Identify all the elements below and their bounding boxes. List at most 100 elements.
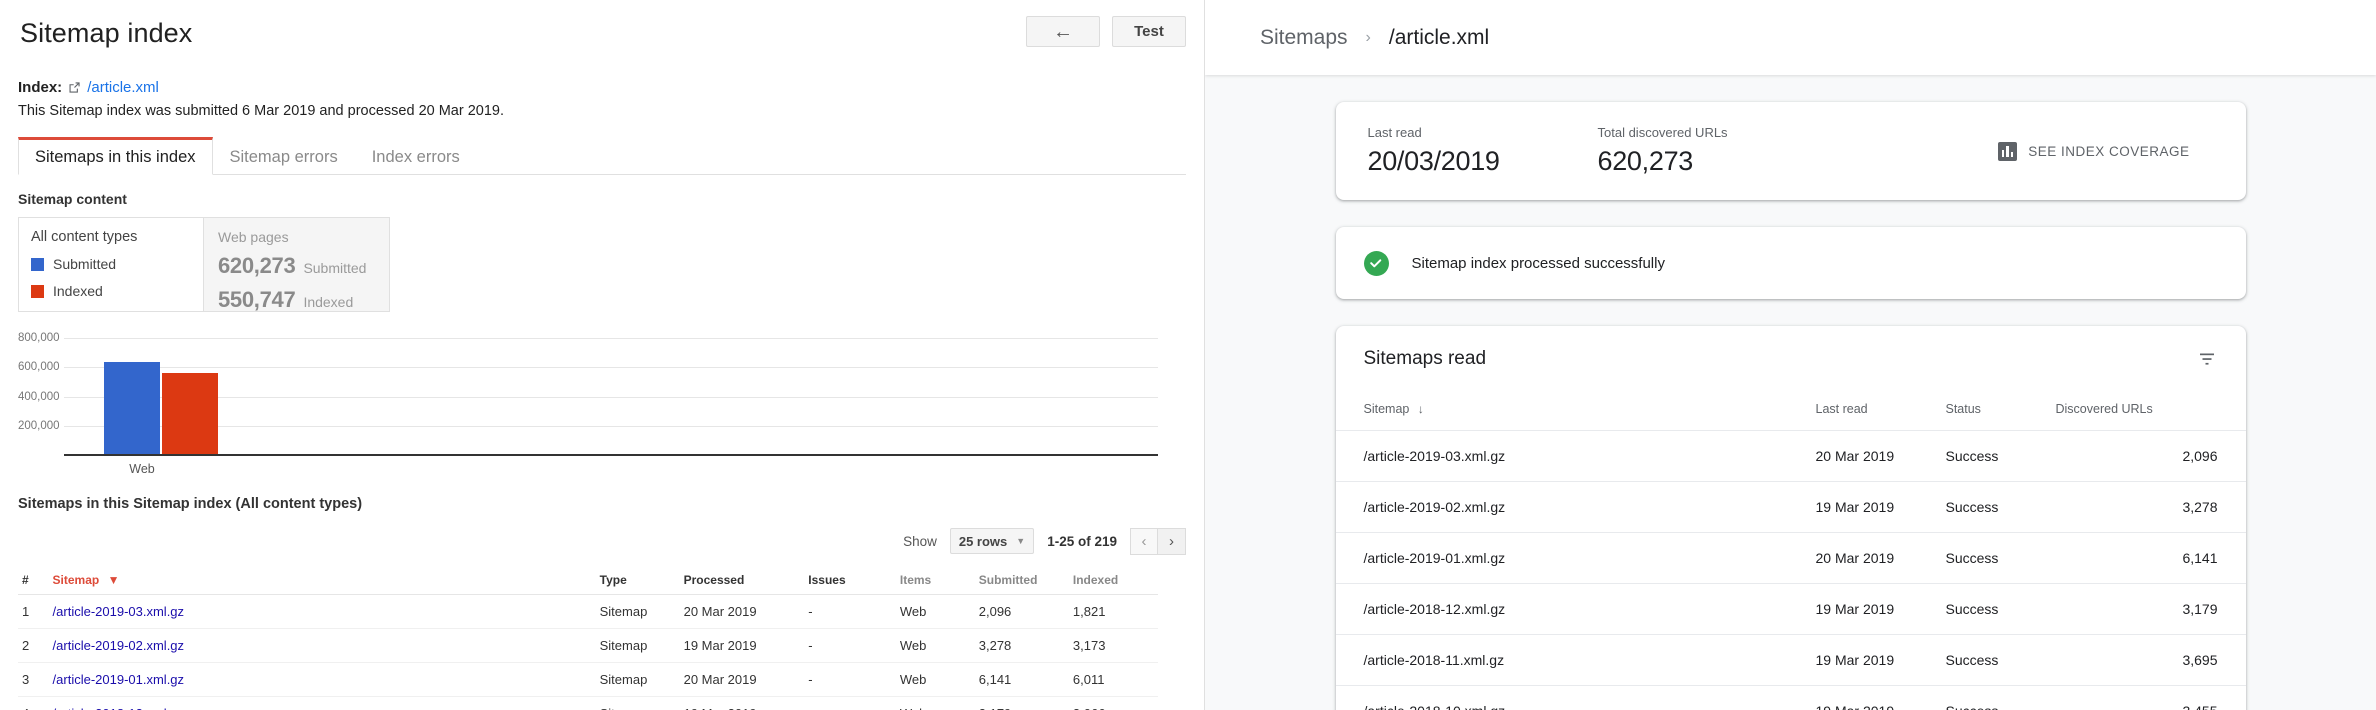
sitemap-link[interactable]: /article-2019-01.xml.gz [53, 672, 185, 687]
cell-discovered: 6,141 [2055, 532, 2246, 584]
header-status[interactable]: Status [1945, 392, 2056, 431]
cell-issues: - [804, 696, 896, 710]
cell-discovered: 3,278 [2055, 481, 2246, 533]
sitemap-content-box: All content types Submitted Indexed Web … [18, 217, 390, 312]
status-card: Sitemap index processed successfully [1335, 227, 2246, 299]
table-row[interactable]: 4 /article-2018-12.xml.gz Sitemap 19 Mar… [18, 696, 1158, 710]
header-processed[interactable]: Processed [679, 566, 805, 595]
table-row[interactable]: 2 /article-2019-02.xml.gz Sitemap 19 Mar… [18, 628, 1158, 663]
cell-issues: - [804, 594, 896, 629]
sitemaps-read-table: Sitemap ↓ Last read Status Discovered UR… [1335, 392, 2246, 710]
cell-number: 2 [18, 628, 49, 663]
cell-status: Success [1945, 634, 2056, 686]
web-pages-label: Web pages [218, 229, 289, 245]
back-button[interactable]: ← [1026, 16, 1100, 47]
filter-icon[interactable] [2196, 348, 2218, 370]
table-row[interactable]: /article-2018-10.xml.gz 19 Mar 2019 Succ… [1335, 685, 2246, 710]
stat-submitted: 620,273 Submitted [218, 253, 375, 279]
table-row[interactable]: /article-2019-02.xml.gz 19 Mar 2019 Succ… [1335, 481, 2246, 533]
index-line: Index: /article.xml [18, 79, 1186, 96]
next-page-button[interactable]: › [1158, 527, 1186, 555]
table-row[interactable]: /article-2018-12.xml.gz 19 Mar 2019 Succ… [1335, 583, 2246, 635]
cell-issues: - [804, 628, 896, 663]
index-description: This Sitemap index was submitted 6 Mar 2… [18, 103, 505, 119]
table-header-row: Sitemap ↓ Last read Status Discovered UR… [1335, 392, 2246, 431]
table-header-row: # Sitemap ▼ Type Processed Issues Items … [18, 566, 1158, 595]
header-submitted[interactable]: Submitted [974, 566, 1069, 595]
cell-sitemap: /article-2018-12.xml.gz [48, 696, 596, 710]
cell-indexed: 3,066 [1068, 696, 1158, 710]
test-button[interactable]: Test [1112, 16, 1186, 47]
header-sitemap[interactable]: Sitemap ↓ [1335, 392, 1816, 431]
legacy-topbar: Sitemap index ← Test [18, 0, 1186, 49]
cell-sitemap: /article-2019-02.xml.gz [1335, 481, 1816, 533]
cell-number: 4 [18, 696, 49, 710]
tab-index-errors[interactable]: Index errors [355, 138, 477, 175]
table-toolbar: Show 25 rows ▼ 1-25 of 219 ‹ › [18, 526, 1186, 556]
chevron-right-icon: › [1169, 532, 1174, 550]
header-sitemap-label: Sitemap [52, 573, 100, 587]
cell-status: Success [1945, 481, 2056, 533]
sitemaps-table-head: # Sitemap ▼ Type Processed Issues Items … [18, 566, 1158, 595]
chart-y-tick: 600,000 [18, 361, 60, 374]
sitemap-link[interactable]: /article-2019-02.xml.gz [53, 638, 185, 653]
header-discovered-urls[interactable]: Discovered URLs [2055, 392, 2246, 431]
cell-sitemap: /article-2018-11.xml.gz [1335, 634, 1816, 686]
topbar-actions: ← Test [1026, 14, 1186, 47]
right-body: Last read 20/03/2019 Total discovered UR… [1205, 75, 2376, 710]
see-index-coverage-button[interactable]: SEE INDEX COVERAGE [1998, 141, 2213, 161]
last-read-value: 20/03/2019 [1367, 146, 1500, 176]
chart-bar-submitted[interactable] [104, 362, 160, 454]
cell-status: Success [1945, 685, 2056, 710]
tab-sitemap-errors[interactable]: Sitemap errors [213, 138, 355, 175]
header-sitemap[interactable]: Sitemap ▼ [48, 566, 596, 595]
prev-page-button[interactable]: ‹ [1130, 527, 1158, 555]
cell-submitted: 6,141 [974, 662, 1069, 697]
see-index-coverage-label: SEE INDEX COVERAGE [2028, 143, 2190, 159]
header-indexed[interactable]: Indexed [1068, 566, 1158, 595]
rows-per-page-select[interactable]: 25 rows ▼ [949, 528, 1035, 554]
tab-bar: Sitemaps in this index Sitemap errors In… [18, 137, 1186, 175]
table-row[interactable]: 3 /article-2019-01.xml.gz Sitemap 20 Mar… [18, 662, 1158, 697]
external-link-icon [68, 81, 81, 94]
cell-last-read: 19 Mar 2019 [1815, 481, 1946, 533]
cell-indexed: 3,173 [1068, 628, 1158, 663]
breadcrumb-sitemaps[interactable]: Sitemaps [1260, 26, 1348, 50]
chart-bar-indexed[interactable] [162, 372, 218, 454]
header-items[interactable]: Items [895, 566, 975, 595]
web-pages-stats-panel: Web pages 620,273 Submitted 550,747 Inde… [204, 218, 389, 312]
sitemap-link[interactable]: /article-2018-12.xml.gz [53, 706, 185, 710]
legend-label-submitted: Submitted [53, 256, 117, 272]
table-row[interactable]: /article-2018-11.xml.gz 19 Mar 2019 Succ… [1335, 634, 2246, 686]
cell-last-read: 19 Mar 2019 [1815, 634, 1946, 686]
sitemaps-read-thead: Sitemap ↓ Last read Status Discovered UR… [1335, 392, 2246, 431]
legend-swatch-indexed-icon [31, 284, 44, 298]
check-circle-icon [1363, 250, 1389, 276]
header-number[interactable]: # [18, 566, 49, 595]
header-type[interactable]: Type [595, 566, 680, 595]
right-header: Sitemaps › /article.xml [1205, 0, 2376, 75]
sitemap-link[interactable]: /article-2019-03.xml.gz [53, 604, 185, 619]
table-row[interactable]: 1 /article-2019-03.xml.gz Sitemap 20 Mar… [18, 594, 1158, 629]
tab-sitemaps-in-this-index[interactable]: Sitemaps in this index [18, 137, 213, 175]
cell-last-read: 19 Mar 2019 [1815, 685, 1946, 710]
cell-processed: 20 Mar 2019 [679, 594, 805, 629]
sitemaps-read-tbody: /article-2019-03.xml.gz 20 Mar 2019 Succ… [1335, 430, 2246, 710]
cell-indexed: 1,821 [1068, 594, 1158, 629]
header-issues[interactable]: Issues [804, 566, 896, 595]
cell-status: Success [1945, 430, 2056, 482]
table-row[interactable]: /article-2019-03.xml.gz 20 Mar 2019 Succ… [1335, 430, 2246, 482]
page-title: Sitemap index [20, 18, 193, 48]
cell-last-read: 19 Mar 2019 [1815, 583, 1946, 635]
index-link[interactable]: /article.xml [87, 79, 159, 96]
legend-swatch-submitted-icon [31, 257, 44, 271]
last-read-stat: Last read 20/03/2019 [1368, 125, 1598, 177]
sitemaps-table: # Sitemap ▼ Type Processed Issues Items … [18, 566, 1158, 710]
cell-discovered: 3,455 [2055, 685, 2246, 710]
table-row[interactable]: /article-2019-01.xml.gz 20 Mar 2019 Succ… [1335, 532, 2246, 584]
chart-x-tick-web: Web [129, 462, 155, 476]
header-last-read[interactable]: Last read [1815, 392, 1946, 431]
status-message: Sitemap index processed successfully [1411, 254, 1665, 272]
pagination-range: 1-25 of 219 [1047, 533, 1117, 549]
bar-chart-icon [1998, 141, 2018, 161]
